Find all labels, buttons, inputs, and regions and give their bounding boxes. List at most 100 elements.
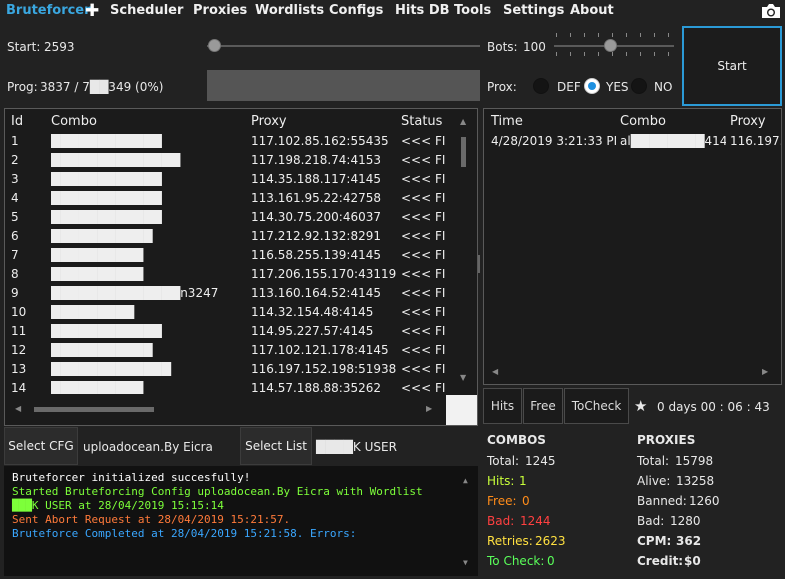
- row-proxy: 116.58.255.139:4145: [251, 248, 382, 262]
- hits-scroll-right-icon[interactable]: ▶: [762, 367, 768, 376]
- results-hscrollbar[interactable]: ◀ ▶: [5, 394, 446, 424]
- table-row[interactable]: 4 ████████████ 113.161.95.22:42758 <<< FIN: [5, 189, 454, 208]
- bots-slider-ticks-top: [554, 33, 674, 37]
- log-scroll-down-icon[interactable]: ▼: [463, 558, 468, 567]
- bots-value: 100: [523, 40, 546, 54]
- row-id: 1: [11, 134, 19, 148]
- row-proxy: 113.161.95.22:42758: [251, 191, 382, 205]
- scroll-up-icon[interactable]: ▲: [460, 117, 466, 126]
- menu-tools[interactable]: Tools: [454, 3, 491, 18]
- results-vscroll-thumb[interactable]: [461, 137, 466, 167]
- table-row[interactable]: 14 ██████████ 114.57.188.88:35262 <<< FIN: [5, 379, 454, 394]
- row-combo: █████████████: [51, 362, 171, 376]
- col-id[interactable]: Id: [11, 114, 23, 129]
- bots-slider-thumb[interactable]: [604, 39, 617, 52]
- table-row[interactable]: 5 ████████████ 114.30.75.200:46037 <<< FIN: [5, 208, 454, 227]
- row-id: 12: [11, 343, 27, 357]
- col-hit-proxy[interactable]: Proxy: [730, 114, 766, 129]
- start-slider-thumb[interactable]: [208, 39, 221, 52]
- proxies-total: 15798: [675, 454, 714, 468]
- combos-free-label: Free:: [487, 494, 517, 508]
- table-row[interactable]: 13 █████████████ 116.197.152.198:51938 <<< …: [5, 360, 454, 379]
- log-scroll-up-icon[interactable]: ▲: [463, 476, 468, 485]
- prog-value: 3837 / 7██349 (0%): [40, 80, 164, 94]
- row-status: <<< FIN: [401, 362, 445, 376]
- table-row[interactable]: 11 ████████████ 114.95.227.57:4145 <<< FIN: [5, 322, 454, 341]
- table-row[interactable]: 12 ███████████ 117.102.121.178:4145 <<< FIN: [5, 341, 454, 360]
- select-cfg-button[interactable]: Select CFG: [4, 427, 78, 465]
- col-status[interactable]: Status: [401, 114, 443, 129]
- proxies-bad-label: Bad:: [637, 514, 665, 528]
- log-line: ███K USER at 28/04/2019 15:15:14: [12, 499, 224, 512]
- menu-bar: Bruteforcer ✚ Scheduler Proxies Wordlist…: [0, 0, 785, 24]
- col-time[interactable]: Time: [491, 114, 523, 129]
- tab-hits[interactable]: Hits: [483, 388, 522, 424]
- hit-row[interactable]: 4/28/2019 3:21:33 PM al████████41413 116.1…: [484, 132, 781, 151]
- results-hscroll-thumb[interactable]: [34, 407, 154, 412]
- tab-tocheck[interactable]: ToCheck: [564, 388, 629, 424]
- row-status: <<< FIN: [401, 305, 445, 319]
- col-combo[interactable]: Combo: [51, 114, 97, 129]
- table-row[interactable]: 3 ████████████ 114.35.188.117:4145 <<< FIN: [5, 170, 454, 189]
- combos-tocheck: 0: [547, 554, 555, 568]
- menu-scheduler[interactable]: Scheduler: [110, 3, 183, 18]
- col-proxy[interactable]: Proxy: [251, 114, 287, 129]
- row-status: <<< FIN: [401, 343, 445, 357]
- menu-settings[interactable]: Settings: [503, 3, 564, 18]
- row-status: <<< FIN: [401, 134, 445, 148]
- start-slider-track[interactable]: [207, 45, 480, 47]
- table-row[interactable]: 8 ██████████ 117.206.155.170:43119 <<< FIN: [5, 265, 454, 284]
- prox-no-radio[interactable]: [631, 78, 647, 94]
- prox-def-label: DEF: [557, 80, 581, 94]
- table-row[interactable]: 9 ██████████████n3247 113.160.164.52:4145 <…: [5, 284, 454, 303]
- row-proxy: 117.102.85.162:55435: [251, 134, 389, 148]
- proxies-cpm: 362: [676, 534, 702, 548]
- tab-free[interactable]: Free: [523, 388, 563, 424]
- menu-brand[interactable]: Bruteforcer: [6, 3, 91, 18]
- row-id: 5: [11, 210, 19, 224]
- scroll-down-icon[interactable]: ▼: [460, 373, 466, 382]
- splitter-handle[interactable]: [478, 255, 480, 273]
- menu-configs[interactable]: Configs: [329, 3, 383, 18]
- row-status: <<< FIN: [401, 286, 445, 300]
- table-row[interactable]: 6 ███████████ 117.212.92.132:8291 <<< FIN: [5, 227, 454, 246]
- results-vscrollbar[interactable]: ▲ ▼: [454, 109, 474, 393]
- scroll-right-icon[interactable]: ▶: [426, 404, 432, 413]
- row-id: 14: [11, 381, 27, 394]
- hits-hscrollbar[interactable]: ◀ ▶: [484, 361, 781, 383]
- results-table-header: Id Combo Proxy Status: [5, 109, 455, 129]
- row-id: 3: [11, 172, 19, 186]
- start-button[interactable]: Start: [682, 26, 782, 106]
- menu-about[interactable]: About: [570, 3, 614, 18]
- menu-proxies[interactable]: Proxies: [193, 3, 247, 18]
- proxies-cpm-label: CPM:: [637, 534, 672, 548]
- prox-yes-radio[interactable]: [584, 78, 600, 94]
- row-id: 7: [11, 248, 19, 262]
- col-hit-combo[interactable]: Combo: [620, 114, 666, 129]
- plus-icon[interactable]: ✚: [85, 1, 99, 21]
- log-vscrollbar[interactable]: ▲ ▼: [457, 466, 477, 576]
- table-row[interactable]: 7 ██████████ 116.58.255.139:4145 <<< FIN: [5, 246, 454, 265]
- combos-retries-label: Retries:: [487, 534, 533, 548]
- select-list-button[interactable]: Select List: [240, 427, 312, 465]
- hits-table: Time Combo Proxy 4/28/2019 3:21:33 PM al█…: [483, 108, 782, 385]
- table-row[interactable]: 1 ████████████ 117.102.85.162:55435 <<< FIN: [5, 132, 454, 151]
- row-id: 10: [11, 305, 27, 319]
- camera-icon[interactable]: [760, 2, 782, 20]
- row-proxy: 114.32.154.48:4145: [251, 305, 374, 319]
- combos-hits-label: Hits:: [487, 474, 515, 488]
- row-combo: ██████████: [51, 267, 144, 281]
- table-row[interactable]: 2 ██████████████ 117.198.218.74:4153 <<< FI…: [5, 151, 454, 170]
- menu-hits-db[interactable]: Hits DB: [395, 3, 450, 18]
- combos-free: 0: [522, 494, 530, 508]
- prox-def-radio[interactable]: [533, 78, 549, 94]
- row-combo: ██████████████n3247: [51, 286, 219, 300]
- hit-combo: al████████41413: [620, 134, 726, 148]
- hits-scroll-left-icon[interactable]: ◀: [492, 367, 498, 376]
- scroll-left-icon[interactable]: ◀: [15, 404, 21, 413]
- results-table-body: 1 ████████████ 117.102.85.162:55435 <<< FIN…: [5, 132, 454, 394]
- table-row[interactable]: 10 █████████ 114.32.154.48:4145 <<< FIN: [5, 303, 454, 322]
- menu-wordlists[interactable]: Wordlists: [255, 3, 324, 18]
- combos-retries: 2623: [535, 534, 566, 548]
- results-table: Id Combo Proxy Status 1 ████████████ 117.1…: [4, 108, 478, 426]
